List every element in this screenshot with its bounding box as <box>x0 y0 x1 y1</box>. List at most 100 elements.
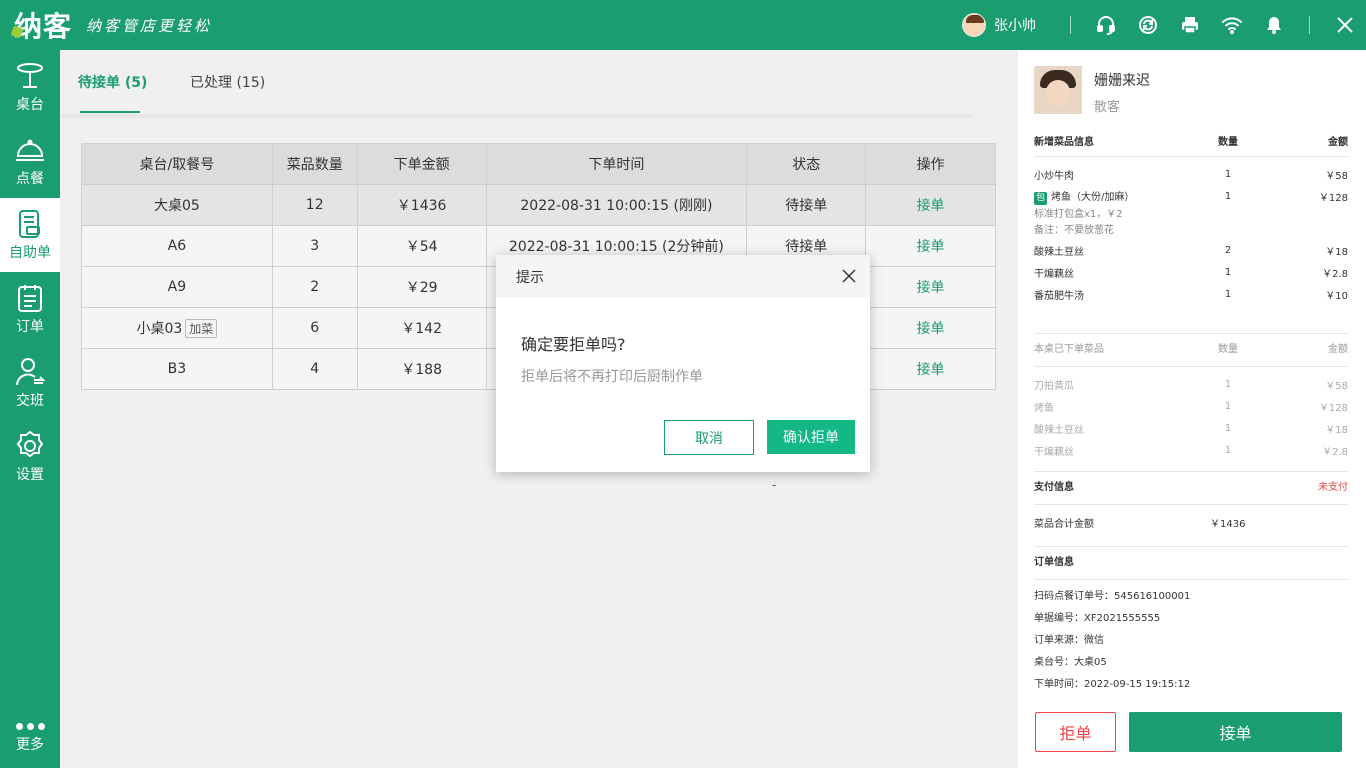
table-row[interactable]: 大桌05 12 ￥1436 2022-08-31 10:00:15 (刚刚) 待… <box>81 184 996 226</box>
dialog-title: 确定要拒单吗? <box>521 335 626 354</box>
sidebar-item-label: 订单 <box>16 319 44 335</box>
sidebar-item-order-food[interactable]: 点餐 <box>0 124 60 198</box>
section-title: 新增菜品信息 <box>1034 136 1094 148</box>
close-icon[interactable] <box>1324 0 1366 50</box>
sidebar-item-handover[interactable]: 交班 <box>0 346 60 420</box>
more-icon <box>15 722 45 730</box>
table-number: 桌台号：大桌05 <box>1034 657 1107 668</box>
order-time: 下单时间：2022-09-15 19:15:12 <box>1034 679 1191 690</box>
new-items-section: 新增菜品信息 数量 金额 小炒牛肉 1 ￥58 包烤鱼（大份/加麻） 1 ￥128 标准… <box>1034 130 1348 305</box>
sync-icon[interactable] <box>1127 0 1169 50</box>
item-amount: ￥58 <box>1325 170 1348 182</box>
divider <box>1309 16 1310 34</box>
qty-header: 数量 <box>1218 343 1238 355</box>
cell-status: 待接单 <box>746 184 867 226</box>
item-qty: 1 <box>1224 422 1232 434</box>
bell-icon[interactable] <box>1253 0 1295 50</box>
accept-link[interactable]: 接单 <box>917 280 945 296</box>
customer-type: 散客 <box>1094 100 1121 115</box>
sidebar-item-label: 桌台 <box>16 97 44 113</box>
logo-text: 纳客 <box>14 10 73 43</box>
item-amount: ￥18 <box>1325 246 1348 258</box>
sidebar-item-tables[interactable]: 桌台 <box>0 50 60 124</box>
sidebar-item-settings[interactable]: 设置 <box>0 420 60 494</box>
column-header: 桌台/取餐号 <box>81 143 273 185</box>
tab-active-indicator <box>80 111 140 113</box>
table-icon <box>17 63 43 88</box>
top-right-tools: 张小帅 <box>962 0 1366 50</box>
accept-link[interactable]: 接单 <box>917 362 945 378</box>
tab-track <box>62 114 972 118</box>
cell-table: 小桌03 加菜 <box>81 307 273 349</box>
cell-table: B3 <box>81 348 273 390</box>
dialog-message: 拒单后将不再打印后厨制作单 <box>521 369 703 385</box>
list-item: 干煸藕丝 1 ￥2.8 <box>1034 439 1348 461</box>
accept-button[interactable]: 接单 <box>1129 712 1342 752</box>
list-item: 烤鱼 1 ￥128 <box>1034 395 1348 417</box>
item-note: 备注：不要放葱花 <box>1034 225 1114 236</box>
sidebar-item-label: 设置 <box>16 467 44 483</box>
close-icon[interactable] <box>838 265 860 287</box>
item-name: 刀拍黄瓜 <box>1034 380 1074 392</box>
section-header: 新增菜品信息 数量 金额 <box>1034 130 1348 150</box>
pack-badge: 包 <box>1034 191 1047 205</box>
dialog-header-title: 提示 <box>516 269 544 286</box>
sidebar-item-label: 点餐 <box>16 171 44 187</box>
gear-icon <box>16 430 44 458</box>
amount-header: 金额 <box>1328 136 1348 148</box>
printer-icon[interactable] <box>1169 0 1211 50</box>
accept-link[interactable]: 接单 <box>917 321 945 337</box>
section-title: 本桌已下单菜品 <box>1034 343 1104 355</box>
item-packaging: 标准打包盒x1，￥2 <box>1034 209 1123 220</box>
tab-pending[interactable]: 待接单 (5) <box>78 72 147 92</box>
item-qty: 1 <box>1224 378 1232 390</box>
accept-link[interactable]: 接单 <box>917 198 945 214</box>
cell-amount: ￥54 <box>356 225 487 267</box>
item-qty: 2 <box>1224 244 1232 256</box>
accept-link[interactable]: 接单 <box>917 239 945 255</box>
item-qty: 1 <box>1224 266 1232 278</box>
item-amount: ￥58 <box>1325 380 1348 392</box>
item-qty: 1 <box>1224 190 1232 202</box>
cell-time: 2022-08-31 10:00:15 (刚刚) <box>485 184 748 226</box>
list-item: 小炒牛肉 1 ￥58 <box>1034 163 1348 185</box>
clipboard-icon <box>18 285 42 312</box>
item-amount: ￥128 <box>1318 192 1348 204</box>
cell-table: 大桌05 <box>81 184 273 226</box>
sidebar-item-label: 更多 <box>16 736 44 753</box>
slogan: 纳客管店更轻松 <box>86 16 213 35</box>
sidebar-item-more[interactable]: 更多 <box>0 708 60 768</box>
item-amount: ￥2.8 <box>1322 268 1348 280</box>
item-name: 酸辣土豆丝 <box>1034 424 1084 436</box>
column-header: 下单时间 <box>485 143 748 185</box>
cell-action: 接单 <box>865 184 996 226</box>
sidebar-item-self-order[interactable]: 自助单 <box>0 198 60 272</box>
list-item: 刀拍黄瓜 1 ￥58 <box>1034 373 1348 395</box>
wifi-icon[interactable] <box>1211 0 1253 50</box>
sidebar: 桌台 点餐 自助单 订单 交班 设置 更多 <box>0 50 60 768</box>
confirm-reject-button[interactable]: 确认拒单 <box>767 420 855 454</box>
cell-action: 接单 <box>865 348 996 390</box>
amount-header: 金额 <box>1328 343 1348 355</box>
item-name: 烤鱼（大份/加麻） <box>1051 191 1135 203</box>
item-amount: ￥10 <box>1325 290 1348 302</box>
item-name: 干煸藕丝 <box>1034 446 1074 458</box>
column-header: 状态 <box>746 143 867 185</box>
reject-button[interactable]: 拒单 <box>1035 712 1116 752</box>
headset-icon[interactable] <box>1085 0 1127 50</box>
cancel-button[interactable]: 取消 <box>664 420 754 455</box>
order-source: 订单来源：微信 <box>1034 635 1104 646</box>
user-menu[interactable]: 张小帅 <box>962 13 1036 37</box>
cell-qty: 2 <box>271 266 358 308</box>
customer-header: 姗姗来迟 散客 <box>1034 66 1150 115</box>
tab-processed[interactable]: 已处理 (15) <box>190 72 265 92</box>
section-header: 支付信息 未支付 <box>1034 472 1348 498</box>
cell-action: 接单 <box>865 266 996 308</box>
user-name: 张小帅 <box>994 18 1036 34</box>
sidebar-item-orders[interactable]: 订单 <box>0 272 60 346</box>
cloche-icon <box>16 139 44 161</box>
total-label: 菜品合计金额 <box>1034 518 1094 530</box>
list-item: 酸辣土豆丝 2 ￥18 <box>1034 239 1348 261</box>
item-amount: ￥2.8 <box>1322 446 1348 458</box>
scan-order-number: 扫码点餐订单号：545616100001 <box>1034 591 1191 602</box>
